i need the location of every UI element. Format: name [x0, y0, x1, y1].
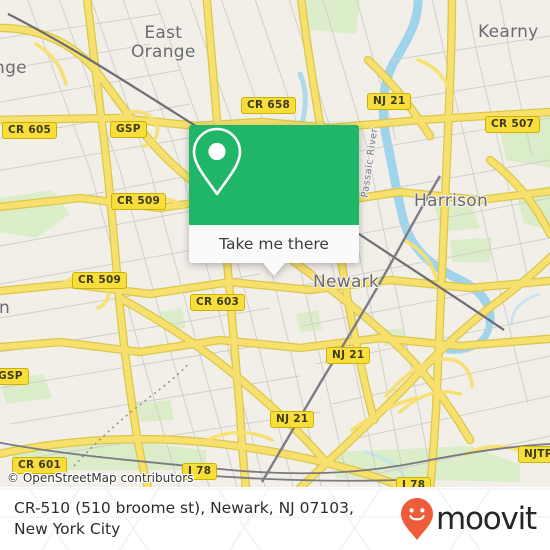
road-shield-gsp-top: GSP: [110, 121, 147, 138]
road-shield-cr-605: CR 605: [2, 122, 58, 139]
popup-pointer-tail: [263, 263, 285, 276]
moovit-logo: moovit: [400, 497, 537, 541]
road-shield-nj-21-mid: NJ 21: [326, 347, 371, 364]
road-shield-i-78-a: I 78: [182, 463, 218, 480]
address-text: CR-510 (510 broome st), Newark, NJ 07103…: [14, 498, 354, 538]
footer-bar: CR-510 (510 broome st), Newark, NJ 07103…: [0, 487, 550, 550]
footer-content: CR-510 (510 broome st), Newark, NJ 07103…: [0, 487, 550, 550]
road-shield-cr-658: CR 658: [241, 97, 297, 114]
popup-action-bar[interactable]: Take me there: [189, 225, 359, 263]
moovit-wordmark: moovit: [435, 500, 537, 537]
road-shield-gsp-left: GSP: [0, 368, 29, 385]
map-pin-icon: [192, 127, 242, 196]
map-canvas[interactable]: EastOrange nge Kearny Harrison Newark n …: [0, 0, 550, 487]
road-shield-cr-601: CR 601: [12, 457, 68, 474]
road-shield-nj-21-low: NJ 21: [270, 411, 315, 428]
road-shield-cr-509-a: CR 509: [111, 193, 167, 210]
take-me-there-popup[interactable]: Take me there: [189, 125, 359, 276]
road-shield-nj-21-top: NJ 21: [367, 93, 412, 110]
road-shield-i-78-b: I 78: [396, 477, 432, 487]
road-shield-njtp: NJTP: [518, 446, 550, 463]
moovit-pin-smiley-icon: [400, 497, 433, 540]
moovit-map-screenshot: EastOrange nge Kearny Harrison Newark n …: [0, 0, 550, 550]
take-me-there-label: Take me there: [219, 235, 329, 253]
road-shield-cr-507: CR 507: [485, 116, 541, 133]
road-shield-cr-603: CR 603: [190, 294, 246, 311]
road-shield-cr-509-b: CR 509: [72, 272, 128, 289]
popup-image-area: [189, 125, 359, 225]
